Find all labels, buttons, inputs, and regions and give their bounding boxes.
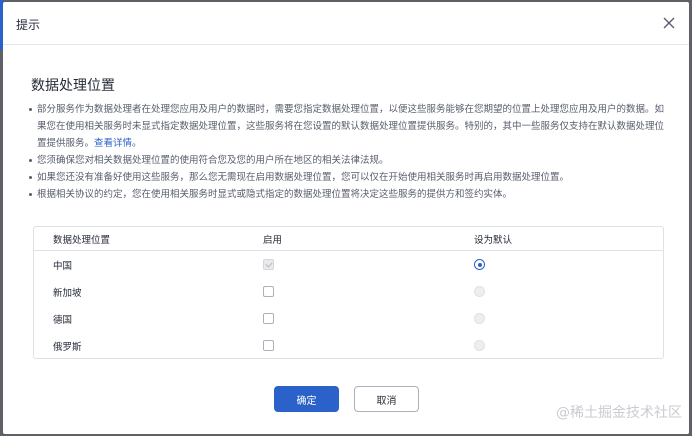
cancel-button[interactable]: 取消 [354, 386, 419, 412]
table-row: 中国 [34, 251, 663, 278]
default-cell [474, 251, 485, 278]
notice-dialog: 提示 数据处理位置 部分服务作为数据处理者在处理您应用及用户的数据时，需要您指定… [3, 2, 689, 434]
default-radio [474, 313, 485, 324]
table-row: 德国 [34, 305, 663, 332]
table-row: 俄罗斯 [34, 332, 663, 359]
watermark-text: @稀土掘金技术社区 [556, 405, 682, 421]
default-cell [474, 305, 485, 332]
info-list: 部分服务作为数据处理者在处理您应用及用户的数据时，需要您指定数据处理位置，以便这… [29, 101, 669, 203]
location-name: 中国 [53, 260, 73, 272]
location-name: 俄罗斯 [53, 341, 82, 353]
default-cell [474, 332, 485, 359]
dialog-title: 提示 [16, 18, 41, 32]
enable-checkbox[interactable] [263, 286, 274, 297]
table-header-row: 数据处理位置 启用 设为默认 [34, 227, 663, 251]
info-item: 如果您还没有准备好使用这些服务，那么您无需现在启用数据处理位置，您可以仅在开始使… [29, 169, 669, 186]
view-details-link[interactable]: 查看详情 [94, 138, 132, 149]
info-item: 根据相关协议的约定，您在使用相关服务时显式或隐式指定的数据处理位置将决定这些服务… [29, 186, 669, 203]
confirm-button[interactable]: 确定 [274, 386, 339, 412]
enable-cell [263, 251, 274, 278]
column-header-location: 数据处理位置 [53, 234, 111, 246]
section-title: 数据处理位置 [31, 78, 115, 94]
default-radio [474, 340, 485, 351]
default-cell [474, 278, 485, 305]
default-radio[interactable] [474, 259, 485, 270]
info-item: 您须确保您对相关数据处理位置的使用符合您及您的用户所在地区的相关法律法规。 [29, 152, 669, 169]
default-radio [474, 286, 485, 297]
dialog-header: 提示 [3, 2, 689, 45]
location-name: 德国 [53, 314, 73, 326]
table-row: 新加坡 [34, 278, 663, 305]
close-icon [663, 17, 675, 29]
enable-cell [263, 332, 274, 359]
column-header-default: 设为默认 [474, 234, 513, 246]
location-table: 数据处理位置 启用 设为默认 中国新加坡德国俄罗斯 [33, 226, 664, 359]
enable-cell [263, 305, 274, 332]
info-item: 部分服务作为数据处理者在处理您应用及用户的数据时，需要您指定数据处理位置，以便这… [29, 101, 669, 152]
close-button[interactable] [661, 15, 677, 31]
column-header-enabled: 启用 [263, 234, 283, 246]
enable-cell [263, 278, 274, 305]
enable-checkbox[interactable] [263, 340, 274, 351]
location-name: 新加坡 [53, 287, 82, 299]
enable-checkbox [263, 259, 274, 270]
enable-checkbox[interactable] [263, 313, 274, 324]
